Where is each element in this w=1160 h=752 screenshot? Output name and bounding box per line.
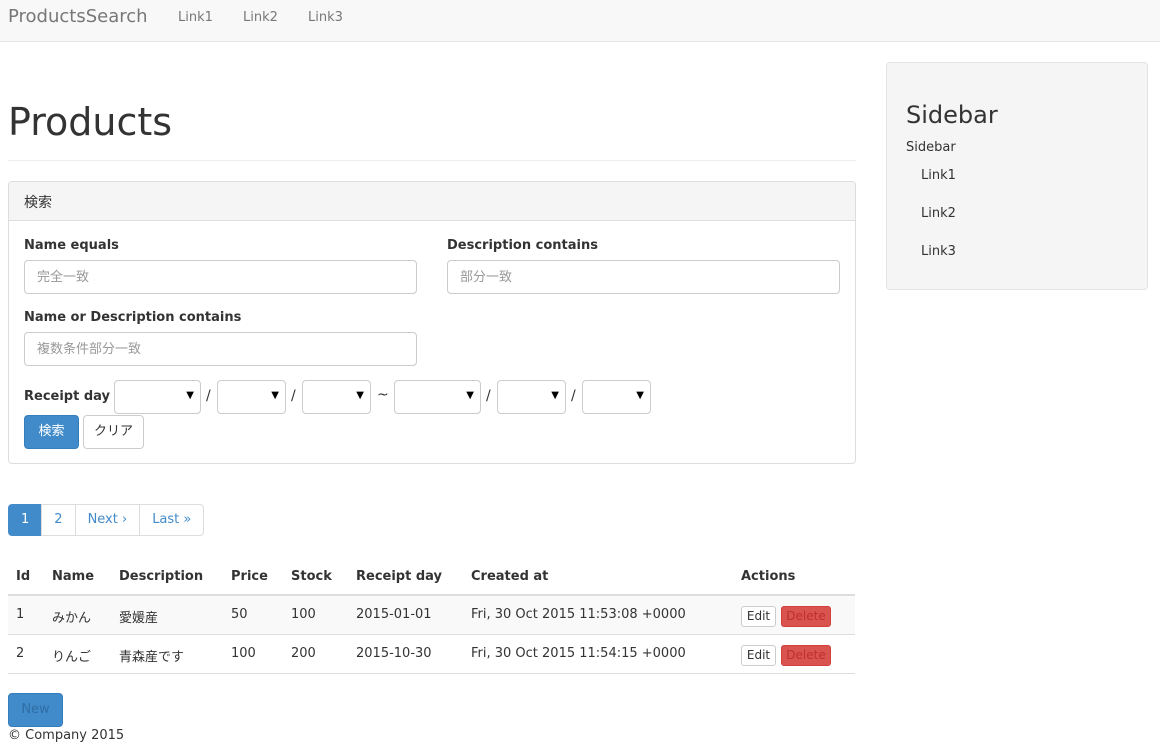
chevron-down-icon: ▼ <box>466 390 474 401</box>
cell-price: 50 <box>231 607 248 622</box>
description-contains-input[interactable] <box>447 260 840 294</box>
cell-stock: 200 <box>291 646 316 661</box>
page-2-link[interactable]: 2 <box>41 504 76 536</box>
next-page-link[interactable]: Next › <box>74 504 141 536</box>
cell-name: みかん <box>52 611 92 626</box>
cell-name: りんご <box>52 650 92 665</box>
name-or-description-input[interactable] <box>24 332 417 366</box>
table-row: 2 りんご 青森産です 100 200 2015-10-30 Fri, 30 O… <box>8 635 855 674</box>
page-1-link[interactable]: 1 <box>8 504 43 536</box>
chevron-down-icon: ▼ <box>356 390 364 401</box>
range-separator: ~ <box>377 387 389 403</box>
sidebar: Sidebar Sidebar Link1 Link2 Link3 <box>886 62 1148 290</box>
column-header-id: Id <box>16 569 31 584</box>
date-separator: / <box>571 388 576 404</box>
column-header-price: Price <box>231 569 268 584</box>
last-page-link[interactable]: Last » <box>139 504 205 536</box>
date-separator: / <box>486 388 491 404</box>
column-header-stock: Stock <box>291 569 332 584</box>
sidebar-title: Sidebar <box>906 101 998 129</box>
delete-button[interactable]: Delete <box>781 606 831 627</box>
nav-link-1[interactable]: Link1 <box>178 10 213 25</box>
nav-link-2[interactable]: Link2 <box>243 10 278 25</box>
receipt-from-day-select[interactable]: ▼ <box>302 380 371 414</box>
receipt-to-month-select[interactable]: ▼ <box>497 380 566 414</box>
search-panel: 検索 Name equals Description contains Name… <box>8 181 856 464</box>
chevron-down-icon: ▼ <box>271 390 279 401</box>
edit-button[interactable]: Edit <box>741 645 776 666</box>
sidebar-link-1[interactable]: Link1 <box>921 168 956 183</box>
column-header-actions: Actions <box>741 569 796 584</box>
navbar: ProductsSearch Link1 Link2 Link3 <box>0 0 1160 42</box>
cell-description: 愛媛産 <box>119 611 159 626</box>
table-row: 1 みかん 愛媛産 50 100 2015-01-01 Fri, 30 Oct … <box>8 596 855 635</box>
chevron-down-icon: ▼ <box>186 390 194 401</box>
date-separator: / <box>206 388 211 404</box>
description-contains-label: Description contains <box>447 238 598 253</box>
delete-button[interactable]: Delete <box>781 645 831 666</box>
sidebar-subtitle: Sidebar <box>906 140 956 155</box>
search-button[interactable]: 検索 <box>24 415 79 449</box>
column-header-description: Description <box>119 569 204 584</box>
receipt-to-day-select[interactable]: ▼ <box>582 380 651 414</box>
cell-id: 1 <box>16 607 25 622</box>
name-equals-label: Name equals <box>24 238 119 253</box>
column-header-created-at: Created at <box>471 569 549 584</box>
receipt-day-label: Receipt day <box>24 389 111 404</box>
page-title: Products <box>8 100 173 144</box>
column-header-receipt-day: Receipt day <box>356 569 443 584</box>
receipt-from-month-select[interactable]: ▼ <box>217 380 286 414</box>
receipt-to-year-select[interactable]: ▼ <box>394 380 481 414</box>
navbar-brand[interactable]: ProductsSearch <box>8 6 148 27</box>
new-product-button[interactable]: New <box>8 693 63 727</box>
name-equals-input[interactable] <box>24 260 417 294</box>
clear-button[interactable]: クリア <box>83 415 144 449</box>
sidebar-link-2[interactable]: Link2 <box>921 206 956 221</box>
date-separator: / <box>291 388 296 404</box>
chevron-down-icon: ▼ <box>636 390 644 401</box>
chevron-down-icon: ▼ <box>551 390 559 401</box>
column-header-name: Name <box>52 569 95 584</box>
receipt-from-year-select[interactable]: ▼ <box>114 380 201 414</box>
cell-price: 100 <box>231 646 256 661</box>
footer-copyright: © Company 2015 <box>8 728 125 743</box>
cell-id: 2 <box>16 646 25 661</box>
name-or-description-label: Name or Description contains <box>24 310 242 325</box>
title-divider <box>8 160 856 161</box>
nav-link-3[interactable]: Link3 <box>308 10 343 25</box>
cell-stock: 100 <box>291 607 316 622</box>
sidebar-link-3[interactable]: Link3 <box>921 244 956 259</box>
cell-created-at: Fri, 30 Oct 2015 11:53:08 +0000 <box>471 607 686 622</box>
edit-button[interactable]: Edit <box>741 606 776 627</box>
search-panel-heading: 検索 <box>9 182 855 221</box>
pagination: 1 2 Next › Last » <box>8 504 205 536</box>
cell-created-at: Fri, 30 Oct 2015 11:54:15 +0000 <box>471 646 686 661</box>
cell-receipt-day: 2015-01-01 <box>356 607 432 622</box>
cell-receipt-day: 2015-10-30 <box>356 646 432 661</box>
cell-description: 青森産です <box>119 650 185 665</box>
